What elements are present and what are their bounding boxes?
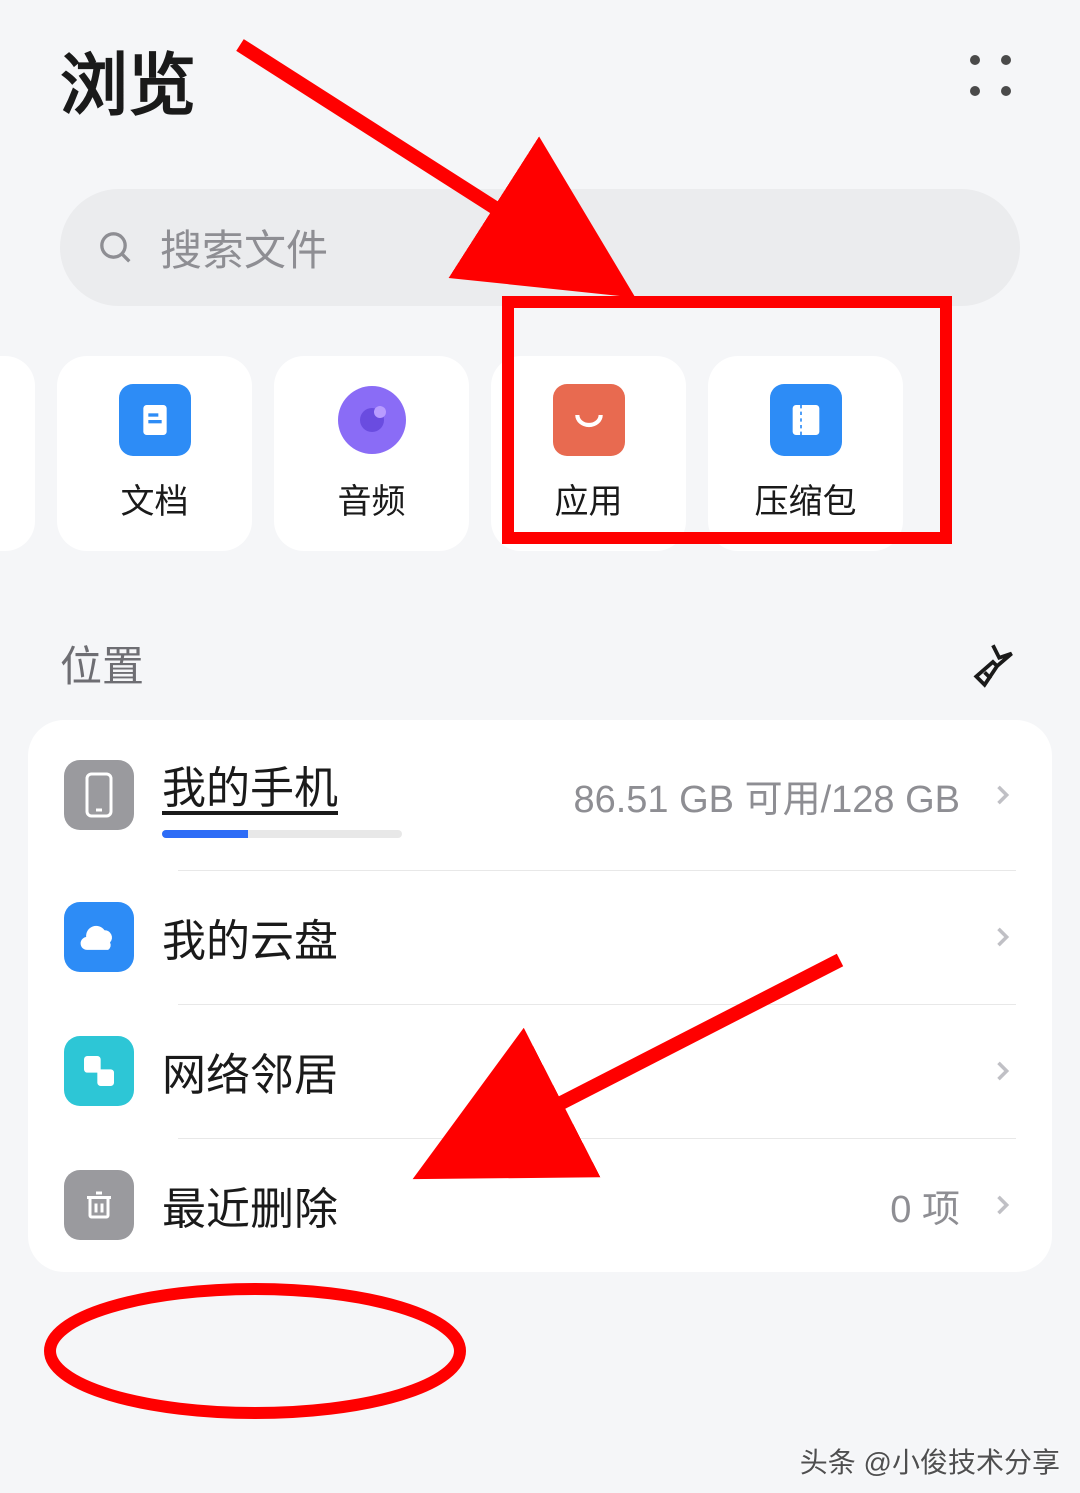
search-placeholder: 搜索文件 bbox=[160, 217, 328, 278]
category-tile-apps[interactable]: 应用 bbox=[491, 356, 686, 551]
category-label: 应用 bbox=[555, 474, 623, 523]
chevron-right-icon bbox=[988, 781, 1016, 809]
chevron-right-icon bbox=[988, 1057, 1016, 1085]
zip-icon bbox=[770, 384, 842, 456]
header: 浏览 bbox=[0, 0, 1080, 149]
category-label: 压缩包 bbox=[755, 474, 857, 523]
more-menu-icon[interactable] bbox=[970, 55, 1020, 105]
item-title: 最近删除 bbox=[162, 1173, 862, 1237]
item-meta: 0 项 bbox=[890, 1178, 960, 1233]
app-icon bbox=[553, 384, 625, 456]
item-meta: 86.51 GB 可用/128 GB bbox=[573, 768, 960, 823]
chevron-right-icon bbox=[988, 923, 1016, 951]
search-input[interactable]: 搜索文件 bbox=[60, 189, 1020, 306]
item-content: 最近删除 bbox=[162, 1173, 862, 1237]
section-title: 位置 bbox=[60, 633, 144, 694]
item-title: 网络邻居 bbox=[162, 1039, 960, 1103]
search-icon bbox=[96, 228, 136, 268]
category-tile-documents[interactable]: 文档 bbox=[57, 356, 252, 551]
location-network[interactable]: 网络邻居 bbox=[28, 1004, 1052, 1138]
page-title: 浏览 bbox=[60, 30, 196, 129]
section-header: 位置 bbox=[0, 571, 1080, 720]
category-label: 文档 bbox=[121, 474, 189, 523]
category-label: 音频 bbox=[338, 474, 406, 523]
item-title: 我的云盘 bbox=[162, 905, 960, 969]
category-tile-archives[interactable]: 压缩包 bbox=[708, 356, 903, 551]
locations-list: 我的手机 86.51 GB 可用/128 GB 我的云盘 网络邻居 最近删除 0… bbox=[28, 720, 1052, 1272]
location-cloud[interactable]: 我的云盘 bbox=[28, 870, 1052, 1004]
category-row: 文档 音频 应用 压缩包 bbox=[0, 336, 1080, 571]
item-content: 网络邻居 bbox=[162, 1039, 960, 1103]
network-icon bbox=[64, 1036, 134, 1106]
watermark: 头条 @小俊技术分享 bbox=[800, 1441, 1060, 1481]
item-content: 我的云盘 bbox=[162, 905, 960, 969]
item-title: 我的手机 bbox=[162, 752, 545, 816]
document-icon bbox=[119, 384, 191, 456]
storage-progress bbox=[162, 830, 402, 838]
location-my-phone[interactable]: 我的手机 86.51 GB 可用/128 GB bbox=[28, 720, 1052, 870]
cloud-icon bbox=[64, 902, 134, 972]
cleanup-icon[interactable] bbox=[970, 639, 1020, 689]
trash-icon bbox=[64, 1170, 134, 1240]
category-tile-audio[interactable]: 音频 bbox=[274, 356, 469, 551]
chevron-right-icon bbox=[988, 1191, 1016, 1219]
category-tile-prev[interactable] bbox=[0, 356, 35, 551]
location-recently-deleted[interactable]: 最近删除 0 项 bbox=[28, 1138, 1052, 1272]
item-content: 我的手机 bbox=[162, 752, 545, 838]
audio-icon bbox=[336, 384, 408, 456]
phone-icon bbox=[64, 760, 134, 830]
annotation-ellipse bbox=[40, 1276, 470, 1426]
